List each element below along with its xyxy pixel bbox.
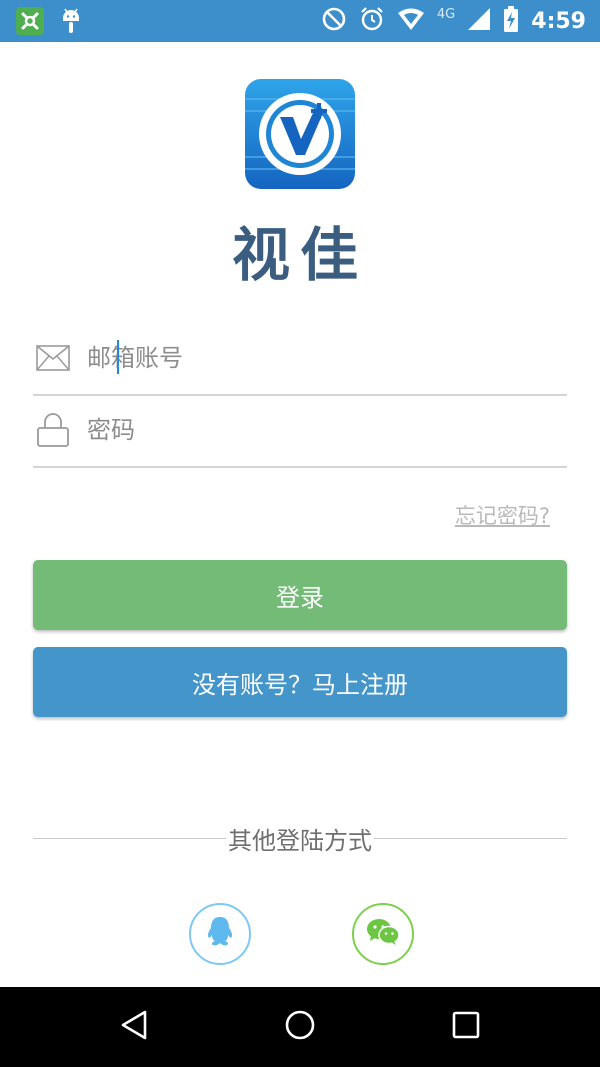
- back-button[interactable]: [114, 1007, 154, 1047]
- wechat-icon: [366, 918, 400, 950]
- signal-icon: [467, 7, 491, 35]
- divider-line-left: [33, 837, 226, 839]
- status-bar: 4G 4:59: [0, 0, 600, 42]
- app-logo: [243, 77, 357, 191]
- wifi-icon: [397, 7, 425, 35]
- battery-charging-icon: [503, 6, 519, 36]
- qq-icon: [205, 916, 235, 952]
- divider-line-right: [374, 837, 567, 839]
- text-cursor: [117, 340, 119, 374]
- alarm-icon: [359, 6, 385, 36]
- password-input[interactable]: [85, 407, 549, 453]
- lock-icon: [35, 412, 71, 448]
- password-field-row: [33, 394, 567, 468]
- brand-name: 视佳: [231, 221, 368, 289]
- email-input[interactable]: [85, 335, 549, 381]
- home-button[interactable]: [280, 1007, 320, 1047]
- network-type-label: 4G: [436, 6, 456, 22]
- mail-icon: [35, 340, 71, 376]
- clock: 4:59: [531, 8, 586, 34]
- back-triangle-icon: [118, 1009, 150, 1045]
- do-not-disturb-icon: [321, 6, 347, 36]
- home-circle-icon: [284, 1009, 316, 1045]
- register-button[interactable]: 没有账号？马上注册: [33, 647, 567, 717]
- app-notification-icon: [16, 7, 44, 39]
- system-navigation-bar: [0, 987, 600, 1067]
- recent-square-icon: [451, 1010, 481, 1044]
- recent-apps-button[interactable]: [446, 1007, 486, 1047]
- android-debug-icon: [60, 7, 82, 39]
- other-login-divider: 其他登陆方式: [33, 823, 567, 855]
- other-login-label: 其他登陆方式: [228, 826, 372, 855]
- email-field-row: [33, 322, 567, 396]
- forgot-password-link[interactable]: 忘记密码?: [455, 500, 550, 530]
- wechat-login-button[interactable]: [352, 903, 414, 965]
- login-button[interactable]: 登录: [33, 560, 567, 630]
- qq-login-button[interactable]: [189, 903, 251, 965]
